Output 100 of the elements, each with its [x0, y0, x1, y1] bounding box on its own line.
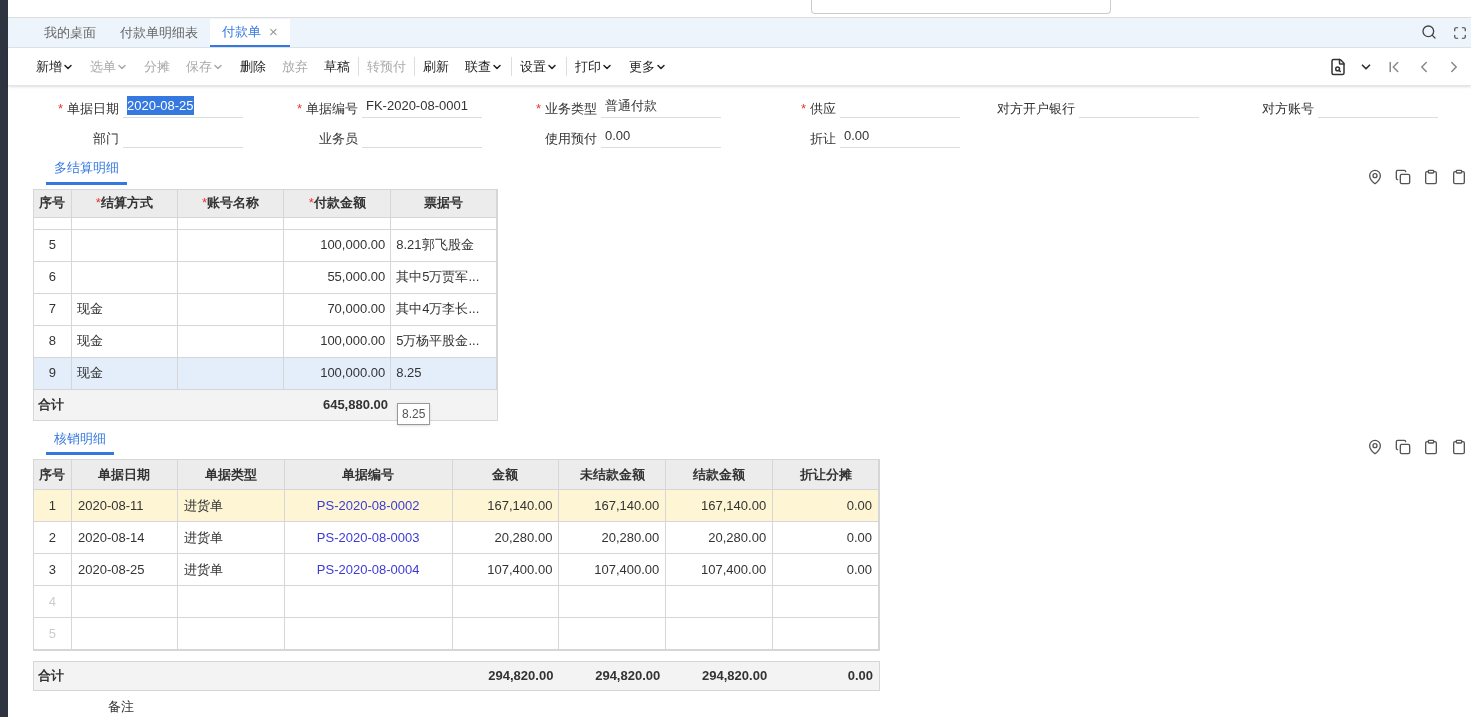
column-header: 票据号 [391, 189, 497, 217]
field-label: 业务类型 [545, 99, 597, 118]
copy-icon[interactable] [1395, 168, 1411, 185]
toolbar-button[interactable]: 删除 [232, 56, 274, 77]
table-cell-text: 进货单 [183, 560, 223, 579]
document-link[interactable]: PS-2020-08-0004 [316, 559, 420, 580]
table-cell-text: 6 [48, 268, 57, 287]
total-amount: 294,820.00 [594, 667, 662, 686]
table-cell-text: 0.00 [846, 560, 872, 579]
fullscreen-icon[interactable] [1453, 26, 1467, 40]
section-tab[interactable]: 核销明细 [46, 428, 114, 455]
clipboard-icon[interactable] [1423, 439, 1439, 455]
table-cell-text: 7 [48, 300, 57, 319]
toolbar-button[interactable]: 设置 [512, 56, 567, 77]
toolbar-button[interactable]: 刷新 [415, 56, 457, 77]
table-cell-text: 8 [48, 332, 57, 351]
table-row[interactable]: 6 55,000.00 其中5万贾军... [34, 261, 497, 294]
table-cell-text: 2020-08-11 [77, 496, 144, 515]
required-mark: * [535, 99, 541, 118]
table-cell-text: 167,140.00 [487, 496, 553, 515]
page-tab[interactable]: 付款单明细表 [108, 19, 210, 47]
column-header: *结算方式 [71, 189, 178, 217]
column-header: 单据编号 [284, 460, 453, 489]
clipboard-icon[interactable] [1423, 168, 1439, 185]
input-field[interactable]: 普通付款 [601, 96, 721, 118]
table-cell-text: 现金 [76, 364, 103, 383]
table-cell-text: 现金 [76, 300, 103, 319]
table-cell-text: 0.00 [846, 528, 872, 547]
table-row[interactable]: 1 2020-08-11 进货单 PS-2020-08-0002 167,140.00 167,140.00 167,140.00 0.00 [34, 490, 879, 522]
table-cell-text: 100,000.00 [320, 364, 386, 383]
search-icon[interactable] [1421, 24, 1437, 40]
table-cell-text: 8.25 [396, 364, 422, 383]
column-header: 序号 [34, 460, 72, 489]
table-cell-text: 3 [48, 560, 57, 579]
field-label: 折让 [810, 129, 836, 148]
table-cell-text: 其中4万李长... [396, 300, 480, 319]
required-mark: * [800, 99, 806, 118]
total-label: 合计 [37, 667, 65, 686]
table-cell-text: 5 [48, 236, 57, 255]
location-pin-icon[interactable] [1367, 168, 1383, 185]
field-label: 对方账号 [1262, 99, 1314, 118]
location-pin-icon[interactable] [1367, 439, 1383, 455]
preview-icon[interactable] [1329, 57, 1347, 76]
table-cell-text: 167,140.00 [701, 496, 767, 515]
table-row[interactable]: 2 2020-08-14 进货单 PS-2020-08-0003 20,280.00 20,280.00 20,280.00 0.00 [34, 522, 879, 554]
table-cell-text: 2020-08-14 [77, 528, 145, 547]
required-mark: * [57, 99, 63, 118]
copy-icon[interactable] [1395, 439, 1411, 455]
table-cell-text: 现金 [76, 332, 103, 351]
page-tab[interactable]: 我的桌面 [32, 19, 108, 47]
required-mark: * [296, 99, 302, 118]
toolbar-button[interactable]: 草稿 [316, 56, 359, 77]
total-amount: 0.00 [846, 667, 874, 686]
table-cell-text: 2020-08-25 [77, 560, 145, 579]
column-header: 结款金额 [666, 460, 774, 489]
table-cell-text: 100,000.00 [320, 236, 386, 255]
column-header: 未结款金额 [559, 460, 667, 489]
column-header: 单据日期 [71, 460, 178, 489]
table-row[interactable]: 7 现金 70,000.00 其中4万李长... [34, 293, 497, 326]
column-header: 金额 [452, 460, 560, 489]
table-cell-text: 70,000.00 [327, 300, 386, 319]
table-cell-text: 其中5万贾军... [396, 268, 480, 287]
field-label: 业务员 [319, 129, 358, 148]
table-row[interactable]: 8 现金 100,000.00 5万杨平股金... [34, 325, 497, 358]
table-cell-text: 167,140.00 [594, 496, 660, 515]
table-cell-text: 20,280.00 [494, 528, 553, 547]
input-field[interactable]: 0.00 [840, 126, 960, 148]
toolbar-button[interactable]: 新增 [28, 56, 82, 77]
table-cell-text: 1 [48, 496, 57, 515]
document-link[interactable]: PS-2020-08-0002 [316, 495, 420, 516]
address-field[interactable] [811, 0, 1111, 14]
input-field[interactable]: 0.00 [601, 126, 721, 148]
toolbar-button[interactable]: 联查 [457, 56, 512, 77]
toolbar-button[interactable]: 更多 [621, 56, 675, 77]
column-header: 单据类型 [177, 460, 285, 489]
clipboard-icon[interactable] [1451, 168, 1467, 185]
toolbar-button[interactable]: 打印 [567, 56, 621, 77]
table-row[interactable]: 3 2020-08-25 进货单 PS-2020-08-0004 107,400.00 107,400.00 107,400.00 0.00 [34, 554, 879, 586]
column-header: 折让分摊 [773, 460, 879, 489]
clipboard-icon[interactable] [1451, 439, 1467, 455]
column-header: *付款金额 [284, 189, 392, 217]
table-cell-text: 进货单 [183, 528, 223, 547]
field-label: 使用预付 [545, 129, 597, 148]
table-cell-text: 8.21郭飞股金 [396, 236, 474, 255]
field-label: 单据日期 [67, 99, 119, 118]
total-amount: 294,820.00 [487, 667, 555, 686]
total-amount: 294,820.00 [701, 667, 769, 686]
section-tab[interactable]: 多结算明细 [46, 158, 127, 185]
table-cell-text: 20,280.00 [708, 528, 767, 547]
page-tab[interactable]: 付款单 × [210, 19, 290, 47]
table-cell-text: 0.00 [846, 496, 872, 515]
total-amount: 645,880.00 [321, 395, 389, 414]
table-cell-text: 55,000.00 [327, 268, 386, 287]
table-cell-text: 107,400.00 [487, 560, 553, 579]
input-field[interactable]: FK-2020-08-0001 [362, 96, 482, 118]
field-label: 备注 [108, 698, 135, 716]
field-label: 供应 [810, 99, 836, 118]
table-row[interactable]: 9 现金 100,000.00 8.25 [34, 357, 497, 390]
document-link[interactable]: PS-2020-08-0003 [316, 527, 420, 548]
table-row[interactable]: 5 100,000.00 8.21郭飞股金 [34, 229, 497, 262]
